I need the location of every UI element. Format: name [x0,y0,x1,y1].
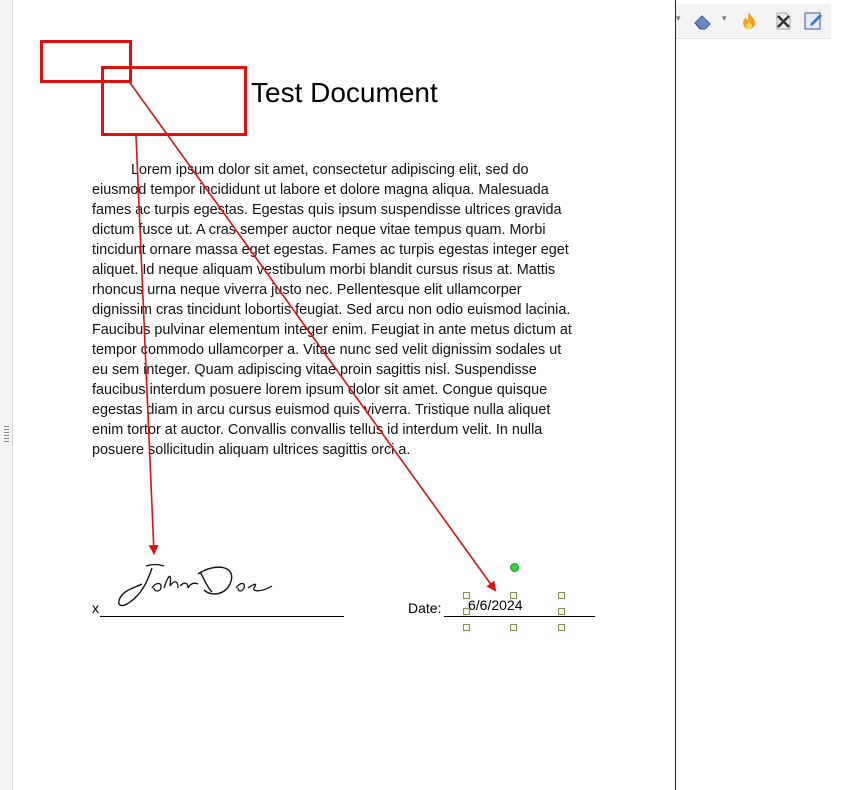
date-line [444,616,595,617]
chevron-down-icon[interactable]: ▾ [722,14,727,24]
body-paragraph: Lorem ipsum dolor sit amet, consectetur … [92,160,602,460]
date-label: Date: [408,600,442,616]
date-field[interactable]: 6/6/2024 [468,597,523,613]
text-line: dignissim cras tincidunt lobortis feugia… [92,302,571,318]
text-line: aliquet. Id neque aliquam vestibulum mor… [92,262,556,278]
text-line: tincidunt ornare massa eget egestas. Fam… [92,242,569,258]
handwritten-signature[interactable] [112,558,280,618]
text-line: Faucibus pulvinar elementum integer enim… [92,322,572,338]
resize-handle-right[interactable] [558,608,565,615]
delete-icon[interactable] [772,10,794,32]
text-line: posuere sollicitudin aliquam ultrices sa… [92,442,411,458]
text-line: Lorem ipsum dolor sit amet, consectetur … [131,162,529,178]
text-line: fames ac turpis egestas. Egestas quis ip… [92,202,562,218]
rotate-handle[interactable] [510,563,519,572]
text-line: faucibus interdum posuere lorem ipsum do… [92,382,548,398]
page-title: Test Document [251,77,438,108]
chevron-down-icon[interactable]: ▾ [676,14,681,24]
text-line: rhoncus urna neque viverra justo nec. Pe… [92,282,522,298]
signature-prefix: x [92,600,99,616]
text-line: eiusmod tempor incididunt ut labore et d… [92,182,549,198]
resize-handle-left[interactable] [463,608,470,615]
text-line: tempor commodo ullamcorper a. Vitae nunc… [92,342,562,358]
text-line: dictum fusce ut. A cras semper auctor ne… [92,222,546,238]
text-line: enim tortor at auctor. Convallis convall… [92,422,543,438]
resize-handle-top-left[interactable] [463,592,470,599]
text-line: egestas diam in arcu cursus euismod quis… [92,402,551,418]
resize-handle-bottom-right[interactable] [558,624,565,631]
left-gutter [0,0,13,790]
resize-handle-top[interactable] [510,592,517,599]
resize-grip-icon[interactable] [4,426,9,442]
edit-icon[interactable] [802,10,824,32]
annotation-box-large [101,66,247,136]
flame-icon[interactable] [738,10,760,32]
text-line: eu sem integer. Quam adipiscing vitae pr… [92,362,537,378]
resize-handle-top-right[interactable] [558,592,565,599]
resize-handle-bottom-left[interactable] [463,624,470,631]
resize-handle-bottom[interactable] [510,624,517,631]
eraser-icon[interactable] [692,10,714,32]
